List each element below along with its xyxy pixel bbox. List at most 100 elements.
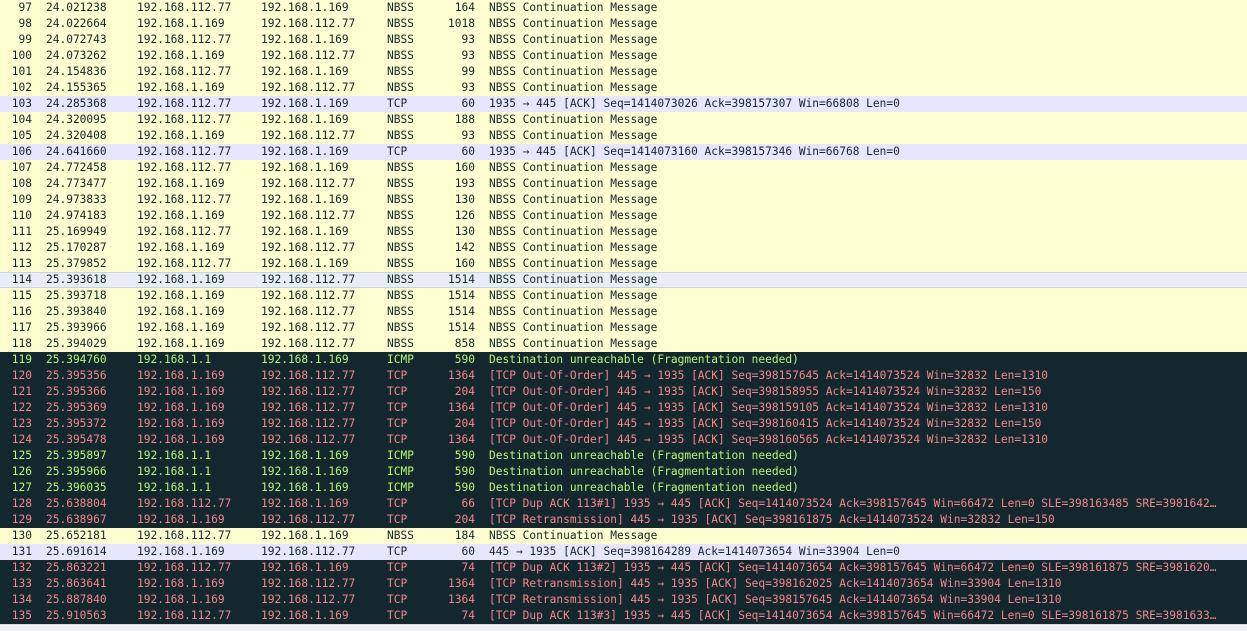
packet-destination: 192.168.112.77 bbox=[261, 305, 356, 318]
packet-row[interactable]: 130 25.652181 192.168.112.77 192.168.1.169 N… bbox=[0, 528, 1247, 544]
packet-destination: 192.168.112.77 bbox=[261, 577, 356, 590]
packet-protocol: TCP bbox=[387, 417, 408, 430]
packet-row[interactable]: 99 24.072743 192.168.112.77 192.168.1.169 NB… bbox=[0, 32, 1247, 48]
packet-destination: 192.168.112.77 bbox=[261, 385, 356, 398]
packet-row[interactable]: 127 25.396035 192.168.1.1 192.168.1.169 ICMP… bbox=[0, 480, 1247, 496]
packet-row[interactable]: 120 25.395356 192.168.1.169 192.168.112.77 T… bbox=[0, 368, 1247, 384]
packet-destination: 192.168.112.77 bbox=[261, 129, 356, 142]
packet-length: 184 bbox=[454, 529, 475, 542]
packet-protocol: NBSS bbox=[387, 273, 414, 286]
packet-row[interactable]: 131 25.691614 192.168.1.169 192.168.112.77 T… bbox=[0, 544, 1247, 560]
packet-info: [TCP Out-Of-Order] 445 → 1935 [ACK] Seq=… bbox=[489, 401, 1049, 414]
packet-info: [TCP Retransmission] 445 → 1935 [ACK] Se… bbox=[489, 593, 1062, 606]
packet-number: 118 bbox=[11, 337, 32, 350]
packet-row[interactable]: 110 24.974183 192.168.1.169 192.168.112.77 N… bbox=[0, 208, 1247, 224]
packet-protocol: NBSS bbox=[387, 161, 414, 174]
packet-destination: 192.168.112.77 bbox=[261, 321, 356, 334]
packet-row[interactable]: 119 25.394760 192.168.1.1 192.168.1.169 ICMP… bbox=[0, 352, 1247, 368]
packet-source: 192.168.1.169 bbox=[137, 49, 225, 62]
packet-time: 24.285368 bbox=[46, 97, 107, 110]
packet-destination: 192.168.1.169 bbox=[261, 65, 349, 78]
packet-row[interactable]: 121 25.395366 192.168.1.169 192.168.112.77 T… bbox=[0, 384, 1247, 400]
packet-row[interactable]: 104 24.320095 192.168.112.77 192.168.1.169 N… bbox=[0, 112, 1247, 128]
packet-number: 112 bbox=[11, 241, 32, 254]
packet-info: NBSS Continuation Message bbox=[489, 113, 658, 126]
packet-protocol: TCP bbox=[387, 385, 408, 398]
packet-length: 1364 bbox=[448, 593, 475, 606]
packet-row[interactable]: 118 25.394029 192.168.1.169 192.168.112.77 N… bbox=[0, 336, 1247, 352]
packet-length: 204 bbox=[454, 385, 475, 398]
packet-row[interactable]: 109 24.973833 192.168.112.77 192.168.1.169 N… bbox=[0, 192, 1247, 208]
packet-time: 24.974183 bbox=[46, 209, 107, 222]
packet-row[interactable]: 134 25.887840 192.168.1.169 192.168.112.77 T… bbox=[0, 592, 1247, 608]
packet-time: 24.973833 bbox=[46, 193, 107, 206]
packet-row[interactable]: 128 25.638804 192.168.112.77 192.168.1.169 T… bbox=[0, 496, 1247, 512]
packet-row[interactable]: 100 24.073262 192.168.1.169 192.168.112.77 N… bbox=[0, 48, 1247, 64]
packet-destination: 192.168.1.169 bbox=[261, 33, 349, 46]
packet-source: 192.168.112.77 bbox=[137, 257, 232, 270]
packet-row[interactable]: 101 24.154836 192.168.112.77 192.168.1.169 N… bbox=[0, 64, 1247, 80]
packet-row[interactable]: 98 24.022664 192.168.1.169 192.168.112.77 NB… bbox=[0, 16, 1247, 32]
packet-length: 590 bbox=[454, 481, 475, 494]
horizontal-scrollbar[interactable] bbox=[0, 624, 1247, 631]
packet-source: 192.168.1.169 bbox=[137, 321, 225, 334]
packet-row[interactable]: 115 25.393718 192.168.1.169 192.168.112.77 N… bbox=[0, 288, 1247, 304]
packet-row[interactable]: 97 24.021238 192.168.112.77 192.168.1.169 NB… bbox=[0, 0, 1247, 16]
packet-destination: 192.168.1.169 bbox=[261, 449, 349, 462]
packet-destination: 192.168.1.169 bbox=[261, 481, 349, 494]
packet-protocol: NBSS bbox=[387, 241, 414, 254]
packet-protocol: NBSS bbox=[387, 33, 414, 46]
packet-row[interactable]: 112 25.170287 192.168.1.169 192.168.112.77 N… bbox=[0, 240, 1247, 256]
packet-row[interactable]: 111 25.169949 192.168.112.77 192.168.1.169 N… bbox=[0, 224, 1247, 240]
packet-time: 24.641660 bbox=[46, 145, 107, 158]
packet-protocol: TCP bbox=[387, 433, 408, 446]
packet-list[interactable]: 97 24.021238 192.168.112.77 192.168.1.169 NB… bbox=[0, 0, 1247, 631]
packet-row[interactable]: 124 25.395478 192.168.1.169 192.168.112.77 T… bbox=[0, 432, 1247, 448]
packet-time: 25.393618 bbox=[46, 273, 107, 286]
packet-destination: 192.168.112.77 bbox=[261, 273, 356, 286]
packet-row[interactable]: 126 25.395966 192.168.1.1 192.168.1.169 ICMP… bbox=[0, 464, 1247, 480]
packet-row[interactable]: 133 25.863641 192.168.1.169 192.168.112.77 T… bbox=[0, 576, 1247, 592]
packet-source: 192.168.1.169 bbox=[137, 417, 225, 430]
packet-number: 100 bbox=[11, 49, 32, 62]
packet-length: 1018 bbox=[448, 17, 475, 30]
packet-length: 1364 bbox=[448, 433, 475, 446]
packet-destination: 192.168.1.169 bbox=[261, 193, 349, 206]
packet-info: [TCP Dup ACK 113#3] 1935 → 445 [ACK] Seq… bbox=[489, 609, 1217, 622]
packet-time: 25.396035 bbox=[46, 481, 107, 494]
packet-row[interactable]: 132 25.863221 192.168.112.77 192.168.1.169 T… bbox=[0, 560, 1247, 576]
packet-row[interactable]: 106 24.641660 192.168.112.77 192.168.1.169 T… bbox=[0, 144, 1247, 160]
packet-source: 192.168.112.77 bbox=[137, 33, 232, 46]
packet-row[interactable]: 129 25.638967 192.168.1.169 192.168.112.77 T… bbox=[0, 512, 1247, 528]
packet-row[interactable]: 107 24.772458 192.168.112.77 192.168.1.169 N… bbox=[0, 160, 1247, 176]
packet-destination: 192.168.1.169 bbox=[261, 97, 349, 110]
packet-number: 130 bbox=[11, 529, 32, 542]
packet-row[interactable]: 105 24.320408 192.168.1.169 192.168.112.77 N… bbox=[0, 128, 1247, 144]
packet-destination: 192.168.112.77 bbox=[261, 401, 356, 414]
packet-row[interactable]: 114 25.393618 192.168.1.169 192.168.112.77 N… bbox=[0, 272, 1247, 288]
packet-row[interactable]: 123 25.395372 192.168.1.169 192.168.112.77 T… bbox=[0, 416, 1247, 432]
packet-row[interactable]: 135 25.910563 192.168.112.77 192.168.1.169 T… bbox=[0, 608, 1247, 624]
packet-time: 25.393966 bbox=[46, 321, 107, 334]
packet-row[interactable]: 122 25.395369 192.168.1.169 192.168.112.77 T… bbox=[0, 400, 1247, 416]
packet-protocol: NBSS bbox=[387, 113, 414, 126]
packet-length: 188 bbox=[454, 113, 475, 126]
packet-row[interactable]: 113 25.379852 192.168.112.77 192.168.1.169 N… bbox=[0, 256, 1247, 272]
packet-source: 192.168.112.77 bbox=[137, 65, 232, 78]
packet-protocol: NBSS bbox=[387, 17, 414, 30]
packet-row[interactable]: 125 25.395897 192.168.1.1 192.168.1.169 ICMP… bbox=[0, 448, 1247, 464]
packet-row[interactable]: 116 25.393840 192.168.1.169 192.168.112.77 N… bbox=[0, 304, 1247, 320]
packet-info: Destination unreachable (Fragmentation n… bbox=[489, 465, 799, 478]
packet-row[interactable]: 117 25.393966 192.168.1.169 192.168.112.77 N… bbox=[0, 320, 1247, 336]
packet-protocol: NBSS bbox=[387, 81, 414, 94]
packet-length: 1514 bbox=[448, 321, 475, 334]
packet-length: 93 bbox=[461, 81, 475, 94]
packet-destination: 192.168.1.169 bbox=[261, 497, 349, 510]
packet-info: [TCP Out-Of-Order] 445 → 1935 [ACK] Seq=… bbox=[489, 417, 1042, 430]
packet-source: 192.168.1.169 bbox=[137, 401, 225, 414]
packet-row[interactable]: 102 24.155365 192.168.1.169 192.168.112.77 N… bbox=[0, 80, 1247, 96]
packet-destination: 192.168.112.77 bbox=[261, 241, 356, 254]
packet-row[interactable]: 108 24.773477 192.168.1.169 192.168.112.77 N… bbox=[0, 176, 1247, 192]
packet-row[interactable]: 103 24.285368 192.168.112.77 192.168.1.169 T… bbox=[0, 96, 1247, 112]
packet-destination: 192.168.1.169 bbox=[261, 145, 349, 158]
